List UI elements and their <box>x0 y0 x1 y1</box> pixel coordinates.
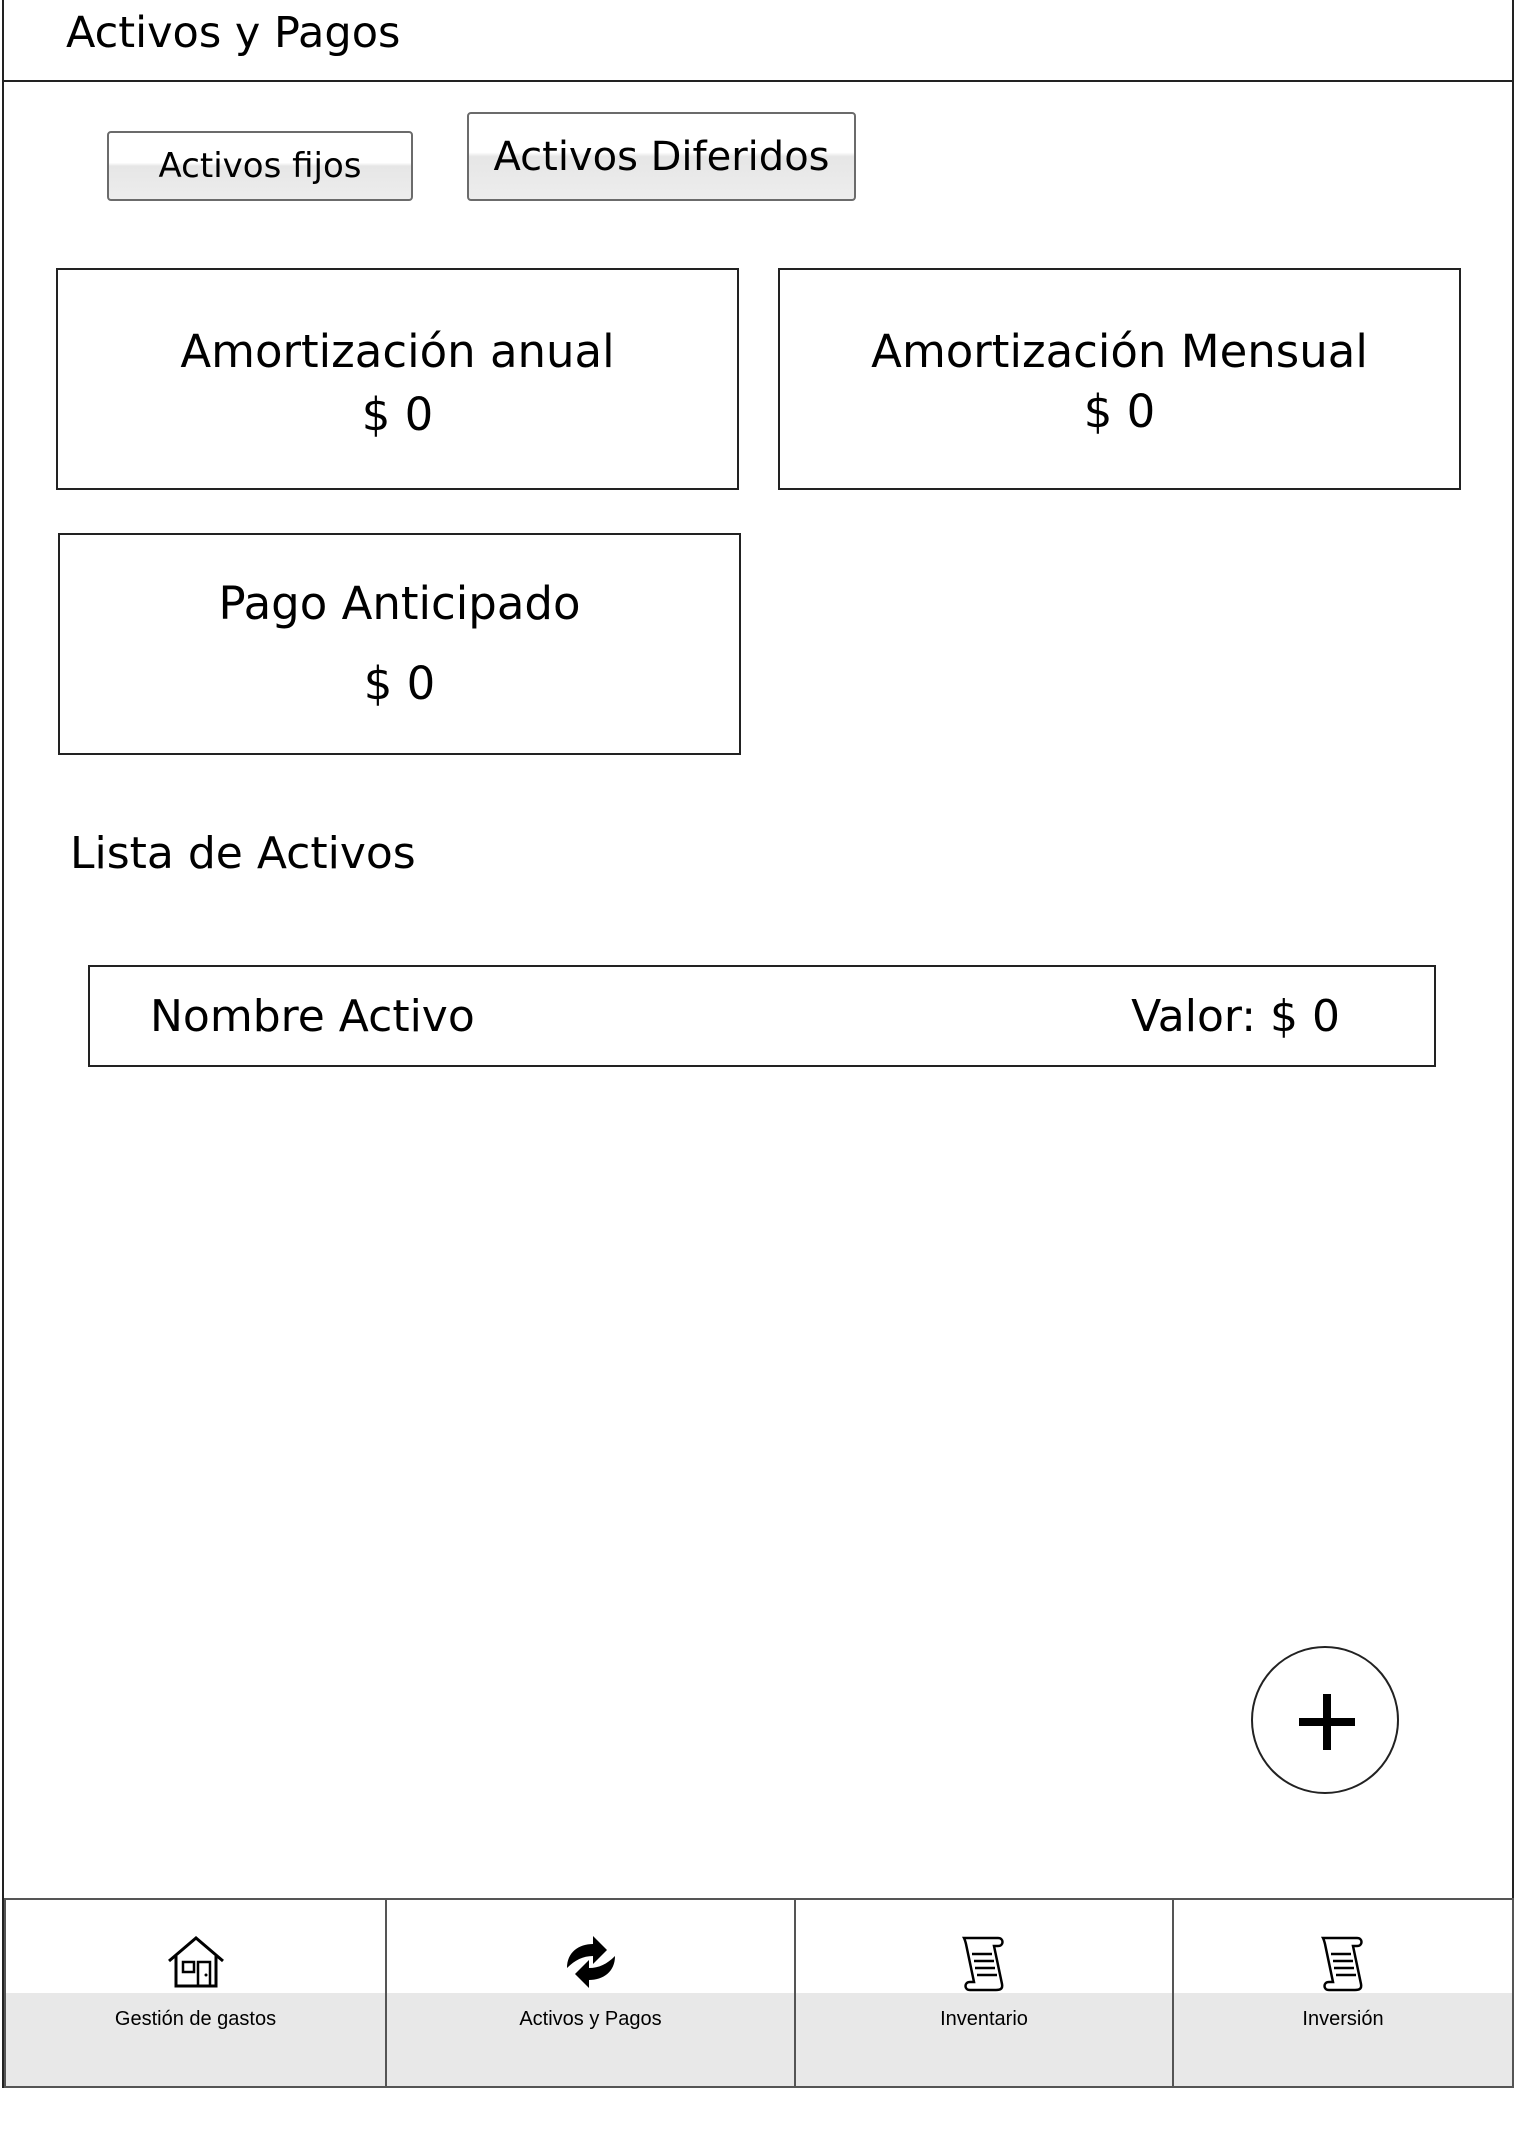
section-title-lista-activos: Lista de Activos <box>70 828 416 879</box>
app-header: Activos y Pagos <box>2 0 1514 82</box>
nav-item-inversion[interactable]: Inversión <box>1172 1898 1514 2088</box>
list-item[interactable]: Nombre Activo Valor: $ 0 <box>88 965 1436 1067</box>
nav-item-inventario[interactable]: Inventario <box>794 1898 1174 2088</box>
card-amortizacion-anual: Amortización anual $ 0 <box>56 268 739 490</box>
nav-item-label: Inventario <box>940 2008 1028 2030</box>
tab-activos-diferidos-label: Activos Diferidos <box>493 133 830 180</box>
card-amortizacion-mensual: Amortización Mensual $ 0 <box>778 268 1461 490</box>
card-value: $ 0 <box>1083 385 1156 438</box>
nav-item-activos-pagos[interactable]: Activos y Pagos <box>385 1898 796 2088</box>
nav-item-label: Inversión <box>1302 2008 1384 2030</box>
card-label: Amortización anual <box>180 325 615 378</box>
card-value: $ 0 <box>363 657 436 710</box>
tab-activos-fijos[interactable]: Activos fijos <box>107 131 413 201</box>
asset-value: Valor: $ 0 <box>1131 991 1340 1042</box>
sync-arrows-icon <box>566 1936 615 1988</box>
nav-item-gestion-gastos[interactable]: Gestión de gastos <box>4 1898 387 2088</box>
card-label: Pago Anticipado <box>218 577 581 630</box>
add-button[interactable] <box>1251 1646 1399 1794</box>
tab-activos-diferidos[interactable]: Activos Diferidos <box>467 112 856 201</box>
asset-name: Nombre Activo <box>150 991 475 1042</box>
bottom-nav: Gestión de gastos Activos y Pagos Invent… <box>4 1898 1514 2088</box>
tab-activos-fijos-label: Activos fijos <box>158 146 362 186</box>
card-label: Amortización Mensual <box>871 325 1368 378</box>
page-title: Activos y Pagos <box>66 8 401 58</box>
plus-icon <box>1299 1694 1355 1750</box>
scroll-icon <box>1320 1936 1363 1992</box>
house-icon <box>167 1936 224 1988</box>
nav-item-label: Activos y Pagos <box>519 2008 662 2030</box>
scroll-icon <box>961 1936 1004 1992</box>
nav-item-label: Gestión de gastos <box>114 2008 277 2030</box>
card-value: $ 0 <box>361 388 434 441</box>
card-pago-anticipado: Pago Anticipado $ 0 <box>58 533 741 755</box>
